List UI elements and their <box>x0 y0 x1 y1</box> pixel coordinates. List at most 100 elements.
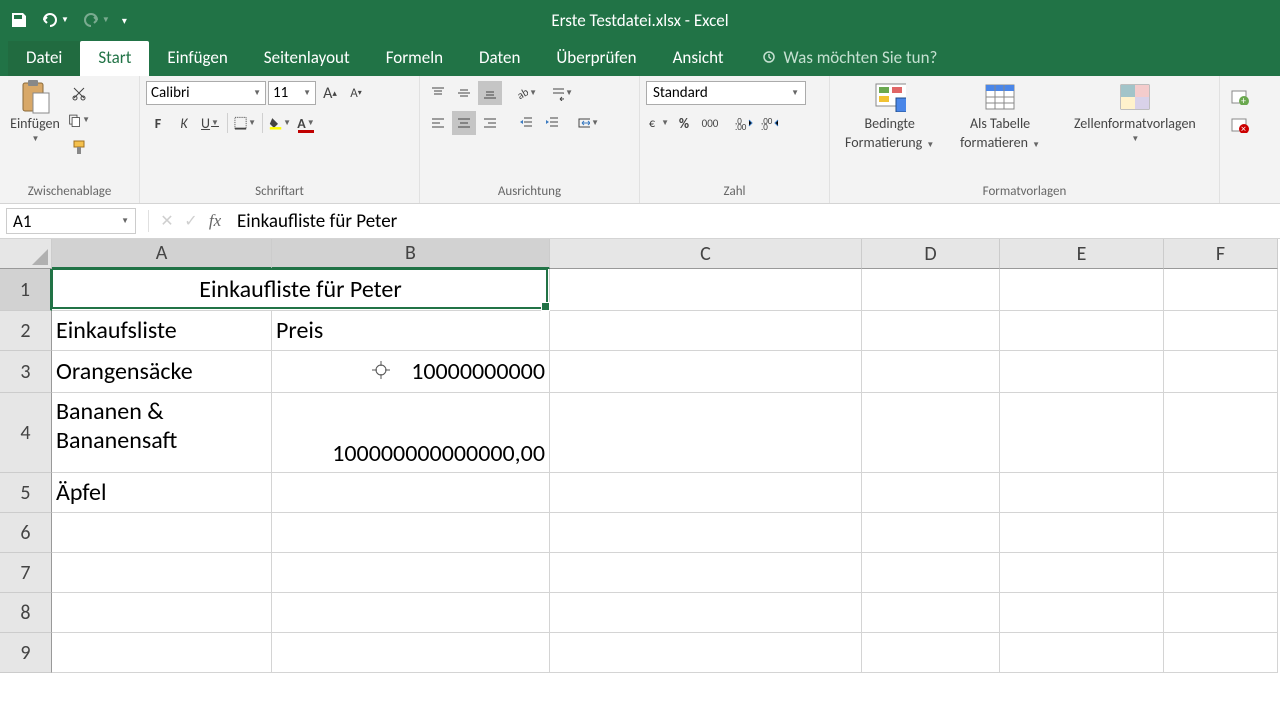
col-header-c[interactable]: C <box>550 239 862 269</box>
grow-font-button[interactable]: A▴ <box>318 81 342 105</box>
cell-b7[interactable] <box>272 553 550 593</box>
col-header-b[interactable]: B <box>272 239 550 269</box>
number-format-combo[interactable]: Standard▼ <box>646 81 806 105</box>
tab-insert[interactable]: Einfügen <box>149 41 245 76</box>
borders-button[interactable]: ▼ <box>233 111 257 135</box>
wrap-text-button[interactable]: ▼ <box>550 81 574 105</box>
cell-c6[interactable] <box>550 513 862 553</box>
tab-file[interactable]: Datei <box>8 41 80 76</box>
fx-icon[interactable]: fx <box>203 209 227 233</box>
cell-e3[interactable] <box>1000 351 1164 393</box>
cell-c9[interactable] <box>550 633 862 673</box>
align-top-button[interactable] <box>426 81 450 105</box>
save-icon[interactable] <box>10 11 28 29</box>
row-header-8[interactable]: 8 <box>0 593 52 633</box>
format-painter-button[interactable] <box>67 135 91 159</box>
cell-d8[interactable] <box>862 593 1000 633</box>
cell-d2[interactable] <box>862 311 1000 351</box>
tab-review[interactable]: Überprüfen <box>538 41 654 76</box>
cell-d7[interactable] <box>862 553 1000 593</box>
row-header-7[interactable]: 7 <box>0 553 52 593</box>
percent-button[interactable]: % <box>672 111 696 135</box>
tab-start[interactable]: Start <box>80 41 149 76</box>
cell-a6[interactable] <box>52 513 272 553</box>
cell-d1[interactable] <box>862 269 1000 311</box>
cell-d5[interactable] <box>862 473 1000 513</box>
cell-e6[interactable] <box>1000 513 1164 553</box>
cell-a1[interactable]: Einkaufliste für Peter <box>52 269 550 311</box>
cell-f4[interactable] <box>1164 393 1278 473</box>
name-box[interactable]: A1 ▼ <box>6 208 136 234</box>
align-middle-button[interactable] <box>452 81 476 105</box>
col-header-f[interactable]: F <box>1164 239 1278 269</box>
row-header-6[interactable]: 6 <box>0 513 52 553</box>
cut-button[interactable] <box>67 81 91 105</box>
cell-e1[interactable] <box>1000 269 1164 311</box>
formula-input[interactable] <box>227 208 1280 234</box>
cell-b9[interactable] <box>272 633 550 673</box>
font-name-combo[interactable]: Calibri▼ <box>146 81 266 105</box>
cell-d9[interactable] <box>862 633 1000 673</box>
paste-button[interactable]: Einfügen ▼ <box>6 81 64 144</box>
row-header-2[interactable]: 2 <box>0 311 52 351</box>
cell-b4[interactable]: 100000000000000,00 <box>272 393 550 473</box>
copy-button[interactable]: ▼ <box>67 108 91 132</box>
conditional-formatting-button[interactable]: Bedingte Formatierung ▼ <box>836 81 943 151</box>
cell-b2[interactable]: Preis <box>272 311 550 351</box>
increase-indent-button[interactable] <box>540 111 564 135</box>
cell-c2[interactable] <box>550 311 862 351</box>
cell-a8[interactable] <box>52 593 272 633</box>
orientation-button[interactable]: ab▼ <box>514 81 538 105</box>
cell-a7[interactable] <box>52 553 272 593</box>
cell-styles-button[interactable]: Zellenformatvorlagen ▼ <box>1057 81 1213 144</box>
bold-button[interactable]: F <box>146 111 170 135</box>
cell-f1[interactable] <box>1164 269 1278 311</box>
undo-button[interactable]: ▼ <box>40 12 69 28</box>
cell-f5[interactable] <box>1164 473 1278 513</box>
row-header-3[interactable]: 3 <box>0 351 52 393</box>
cell-f8[interactable] <box>1164 593 1278 633</box>
decrease-decimal-button[interactable]: ,00,0 <box>758 111 782 135</box>
cell-f9[interactable] <box>1164 633 1278 673</box>
cell-e4[interactable] <box>1000 393 1164 473</box>
cell-e7[interactable] <box>1000 553 1164 593</box>
cell-a9[interactable] <box>52 633 272 673</box>
cell-c4[interactable] <box>550 393 862 473</box>
currency-button[interactable]: €▼ <box>646 111 670 135</box>
cell-b5[interactable] <box>272 473 550 513</box>
cell-f3[interactable] <box>1164 351 1278 393</box>
cell-c7[interactable] <box>550 553 862 593</box>
format-as-table-button[interactable]: Als Tabelle formatieren ▼ <box>946 81 1053 151</box>
increase-decimal-button[interactable]: ,0,00 <box>732 111 756 135</box>
cell-f6[interactable] <box>1164 513 1278 553</box>
cell-b8[interactable] <box>272 593 550 633</box>
cell-area[interactable]: Einkaufliste für Peter Einkaufsliste Pre… <box>52 269 1280 673</box>
font-color-button[interactable]: A▼ <box>294 111 318 135</box>
cell-d3[interactable] <box>862 351 1000 393</box>
cell-d4[interactable] <box>862 393 1000 473</box>
cell-e2[interactable] <box>1000 311 1164 351</box>
cell-c5[interactable] <box>550 473 862 513</box>
merge-center-button[interactable]: ▼ <box>576 111 600 135</box>
align-bottom-button[interactable] <box>478 81 502 105</box>
align-left-button[interactable] <box>426 111 450 135</box>
cell-b3[interactable]: 10000000000 <box>272 351 550 393</box>
tab-formulas[interactable]: Formeln <box>368 41 461 76</box>
row-header-4[interactable]: 4 <box>0 393 52 473</box>
cell-e8[interactable] <box>1000 593 1164 633</box>
cell-d6[interactable] <box>862 513 1000 553</box>
tab-data[interactable]: Daten <box>461 41 538 76</box>
cell-a4[interactable]: Bananen & Bananensaft <box>52 393 272 473</box>
cell-a2[interactable]: Einkaufsliste <box>52 311 272 351</box>
shrink-font-button[interactable]: A▾ <box>344 81 368 105</box>
cell-b6[interactable] <box>272 513 550 553</box>
tab-page-layout[interactable]: Seitenlayout <box>246 41 368 76</box>
cell-c3[interactable] <box>550 351 862 393</box>
decrease-indent-button[interactable] <box>514 111 538 135</box>
fill-color-button[interactable]: ▼ <box>268 111 292 135</box>
underline-button[interactable]: U▼ <box>198 111 222 135</box>
cell-c1[interactable] <box>550 269 862 311</box>
cell-f2[interactable] <box>1164 311 1278 351</box>
col-header-a[interactable]: A <box>52 239 272 269</box>
cell-c8[interactable] <box>550 593 862 633</box>
